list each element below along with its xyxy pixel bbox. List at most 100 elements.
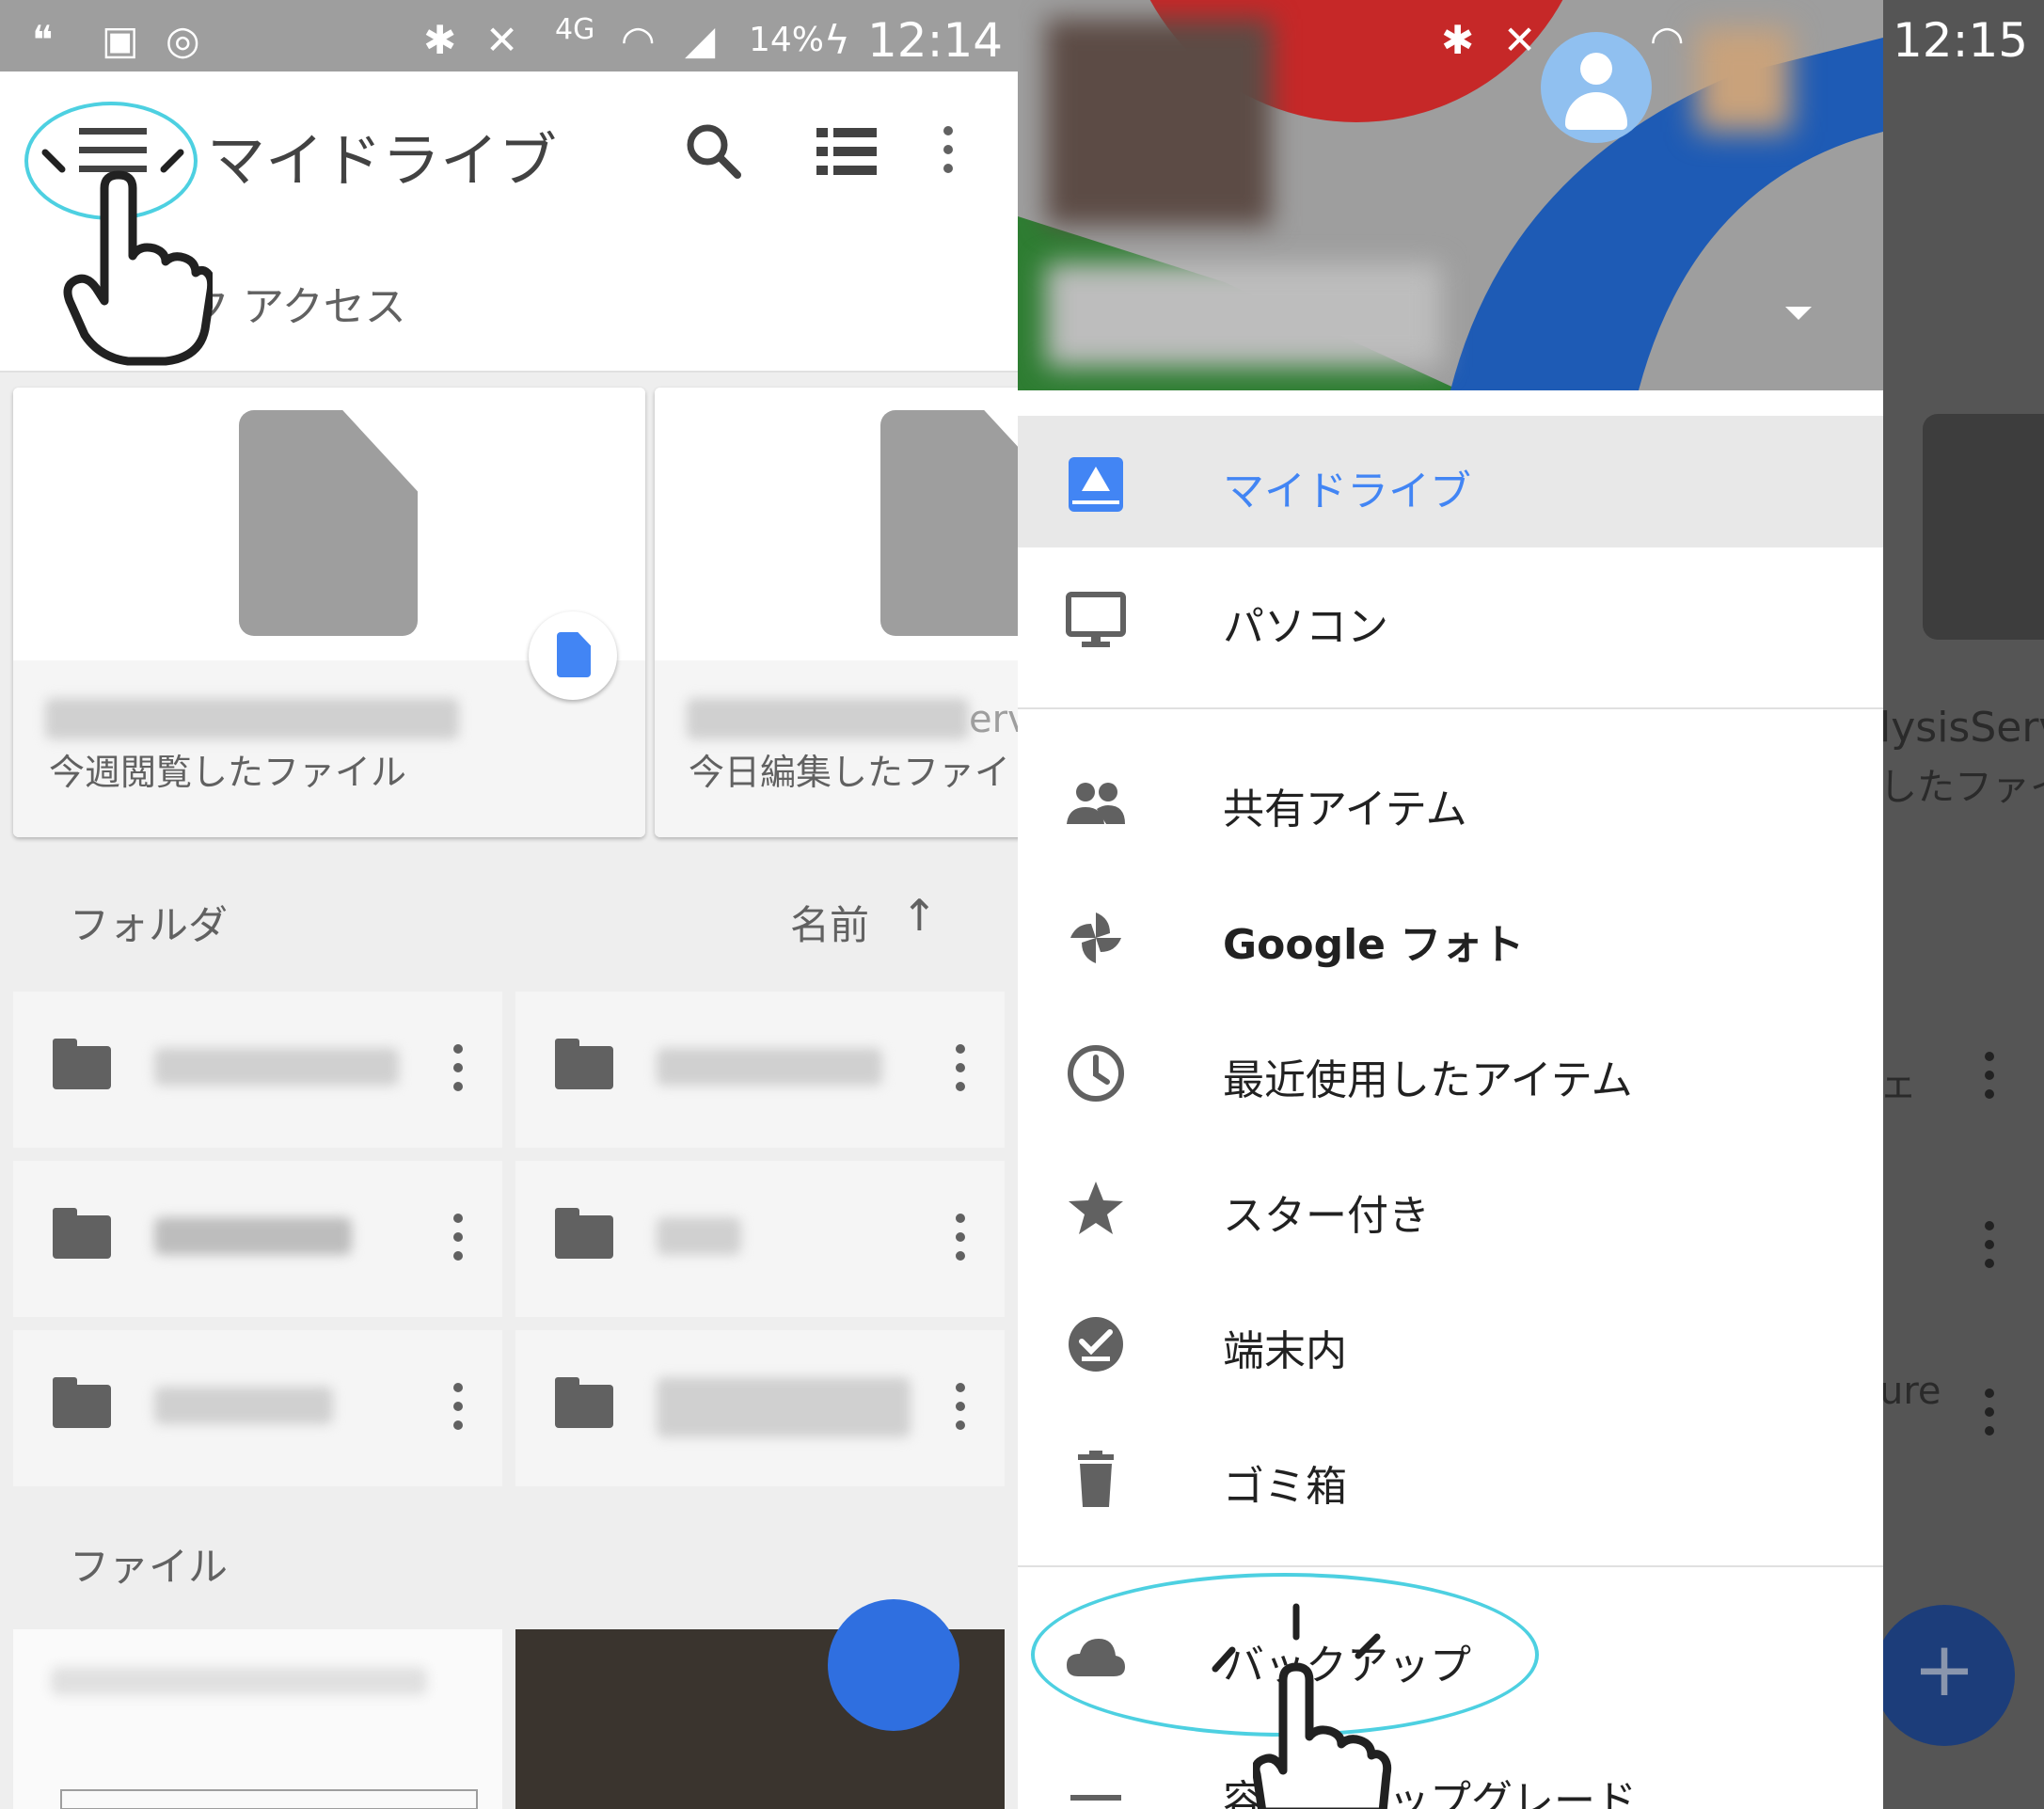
fab-button[interactable]: + bbox=[1874, 1605, 2015, 1746]
drawer-item-label: マイドライブ bbox=[1223, 468, 1471, 516]
pinwheel-icon bbox=[1070, 912, 1121, 963]
folder-more-icon[interactable] bbox=[453, 1214, 463, 1270]
drawer-item-label: スター付き bbox=[1223, 1192, 1430, 1240]
scrim-text-fragment: したファイ bbox=[1879, 766, 2044, 809]
folder-more-icon bbox=[1985, 1052, 1994, 1108]
trash-icon bbox=[1078, 1451, 1114, 1507]
blurred-folder-name bbox=[154, 1217, 352, 1255]
scrim-text-fragment: ェ bbox=[1879, 1063, 1917, 1106]
scrim-text-fragment: lysisServ bbox=[1879, 704, 2044, 752]
suggested-file-card[interactable]: 今週閲覧したファイル bbox=[13, 388, 645, 837]
clock-icon bbox=[1068, 1045, 1124, 1102]
sort-direction-icon[interactable]: ↑ bbox=[901, 890, 938, 941]
computer-icon bbox=[1066, 592, 1126, 647]
overflow-menu-icon[interactable] bbox=[943, 126, 953, 182]
folder-item[interactable] bbox=[515, 992, 1005, 1148]
fab-button[interactable] bbox=[828, 1599, 959, 1731]
drawer-item-recent[interactable]: 最近使用したアイテム bbox=[1018, 1005, 1883, 1136]
folder-more-icon bbox=[1985, 1221, 1994, 1277]
wifi-icon: ◠ bbox=[621, 17, 656, 63]
blurred-folder-name bbox=[657, 1048, 882, 1086]
status-time: 12:15 bbox=[1893, 13, 2029, 68]
people-icon bbox=[1067, 783, 1125, 824]
bluetooth-icon: ✱ bbox=[1441, 17, 1475, 63]
blurred-folder-name bbox=[657, 1217, 741, 1255]
account-dropdown-icon[interactable] bbox=[1785, 307, 1812, 320]
folder-item[interactable] bbox=[13, 992, 502, 1148]
blurred-file-name bbox=[687, 698, 969, 739]
folder-more-icon[interactable] bbox=[453, 1044, 463, 1101]
folder-more-icon bbox=[1985, 1388, 1994, 1445]
tap-rays-icon bbox=[41, 149, 184, 173]
drawer-item-shared[interactable]: 共有アイテム bbox=[1018, 734, 1883, 865]
table-preview bbox=[60, 1789, 478, 1809]
folder-more-icon[interactable] bbox=[956, 1383, 965, 1439]
folder-more-icon[interactable] bbox=[956, 1044, 965, 1101]
gallery-icon: ▣ bbox=[102, 17, 139, 63]
wifi-icon: ◠ bbox=[1650, 17, 1685, 63]
mute-icon: ✕ bbox=[485, 17, 519, 63]
blurred-avatar-photo bbox=[1046, 19, 1272, 226]
drawer-item-google-photos[interactable]: Google フォト bbox=[1018, 869, 1883, 1001]
drawer-item-starred[interactable]: スター付き bbox=[1018, 1140, 1883, 1272]
blurred-folder-name bbox=[657, 1377, 911, 1437]
folder-item[interactable] bbox=[515, 1161, 1005, 1317]
drawer-item-trash[interactable]: ゴミ箱 bbox=[1018, 1411, 1883, 1543]
drawer-item-offline[interactable]: 端末内 bbox=[1018, 1276, 1883, 1407]
file-icon bbox=[880, 410, 1018, 636]
folder-icon bbox=[555, 1039, 613, 1089]
tapping-hand-icon bbox=[63, 170, 213, 366]
folder-item[interactable] bbox=[13, 1330, 502, 1486]
card-name-fragment: erv bbox=[969, 698, 1018, 741]
drawer-item-label: 最近使用したアイテム bbox=[1223, 1056, 1633, 1104]
folder-icon bbox=[555, 1208, 613, 1259]
search-icon[interactable] bbox=[683, 120, 743, 181]
drawer-divider bbox=[1018, 1565, 1883, 1567]
file-icon bbox=[1923, 414, 2044, 640]
drawer-item-label: Google フォト bbox=[1223, 921, 1525, 969]
account-header: ✱ ✕ ◠ bbox=[1018, 0, 1883, 390]
drawer-scrim[interactable]: lysisServ したファイ ェ ure + 12:15 bbox=[1874, 0, 2044, 1809]
status-time: 12:14 bbox=[867, 13, 1004, 68]
sync-icon: ◎ bbox=[166, 17, 200, 63]
folder-more-icon[interactable] bbox=[956, 1214, 965, 1270]
file-thumbnail[interactable] bbox=[13, 1629, 502, 1809]
account-avatar[interactable] bbox=[1541, 32, 1652, 143]
folder-item[interactable] bbox=[515, 1330, 1005, 1486]
folder-item[interactable] bbox=[13, 1161, 502, 1317]
mute-icon: ✕ bbox=[1503, 17, 1537, 63]
drawer-item-my-drive[interactable]: マイドライブ bbox=[1018, 416, 1883, 547]
suggested-file-card[interactable]: erv 今日編集したファイ bbox=[655, 388, 1018, 837]
list-view-icon[interactable] bbox=[816, 126, 877, 177]
docs-badge-icon bbox=[529, 611, 617, 700]
drawer-item-upgrade-storage[interactable]: 容量をアップグレード bbox=[1018, 1725, 1883, 1809]
blurred-folder-name bbox=[154, 1387, 333, 1424]
folder-icon bbox=[53, 1377, 111, 1428]
blurred-content bbox=[51, 1667, 427, 1695]
drawer-item-computers[interactable]: パソコン bbox=[1018, 551, 1883, 683]
folder-more-icon[interactable] bbox=[453, 1383, 463, 1439]
folder-icon bbox=[53, 1208, 111, 1259]
blurred-folder-name bbox=[154, 1048, 399, 1086]
tapping-hand-icon bbox=[1253, 1662, 1392, 1809]
right-screen: lysisServ したファイ ェ ure + 12:15 bbox=[1018, 0, 2044, 1809]
bluetooth-icon: ✱ bbox=[423, 17, 457, 63]
sort-by-name-button[interactable]: 名前 bbox=[790, 894, 869, 951]
drawer-item-label: ゴミ箱 bbox=[1223, 1463, 1347, 1511]
folders-section-label: フォルダ bbox=[70, 902, 229, 948]
battery-charging-icon: ϟ bbox=[824, 17, 850, 63]
card-caption: 今日編集したファイ bbox=[689, 752, 1011, 793]
blurred-account-info bbox=[1046, 263, 1441, 367]
drawer-item-label: 端末内 bbox=[1223, 1327, 1347, 1375]
files-section-label: ファイル bbox=[70, 1544, 229, 1590]
folder-icon bbox=[53, 1039, 111, 1089]
4g-icon: 4G bbox=[555, 13, 595, 46]
left-screen: ❝ ▣ ◎ ✱ ✕ 4G ◠ ◢ 14% ϟ 12:14 マイドライブ ク アク… bbox=[0, 0, 1018, 1809]
quick-access-label: ク アクセス bbox=[188, 283, 406, 331]
drawer-item-label: 共有アイテム bbox=[1223, 785, 1467, 833]
battery-percent: 14% bbox=[749, 21, 825, 59]
folder-icon bbox=[555, 1377, 613, 1428]
blurred-file-name bbox=[45, 698, 459, 739]
star-icon bbox=[1069, 1182, 1123, 1234]
page-title: マイドライブ bbox=[207, 126, 558, 195]
